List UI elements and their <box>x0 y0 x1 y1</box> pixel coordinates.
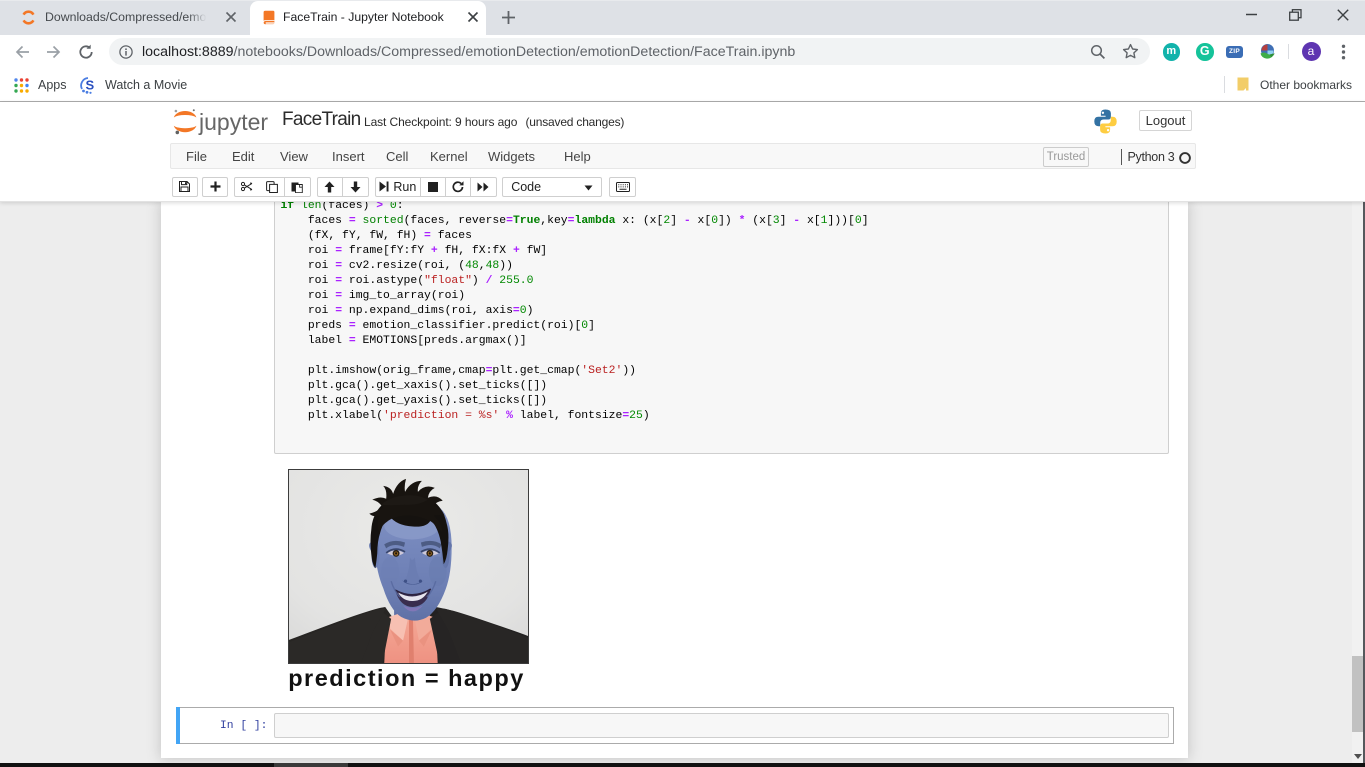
svg-text:S: S <box>86 78 95 93</box>
